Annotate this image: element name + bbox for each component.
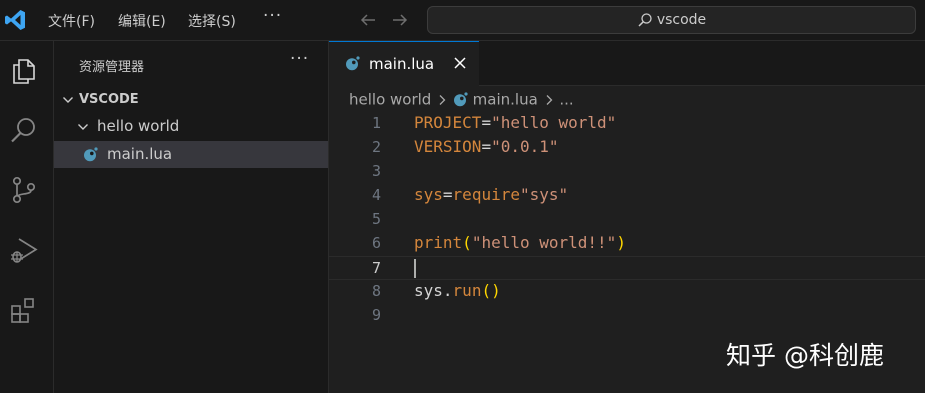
command-center-search[interactable]: vscode — [427, 6, 916, 34]
editor-tab-bar: main.lua — [329, 41, 925, 86]
code-line[interactable]: 6 print("hello world!!") — [329, 232, 925, 256]
sidebar-more-button[interactable]: ··· — [290, 49, 309, 69]
watermark: 知乎 @科创鹿 — [726, 341, 884, 370]
arrow-right-icon[interactable] — [391, 11, 409, 29]
text-cursor — [414, 259, 416, 278]
vscode-logo-icon[interactable] — [3, 8, 27, 32]
code-line[interactable]: 1 PROJECT="hello world" — [329, 112, 925, 136]
title-bar: 文件(F) 编辑(E) 选择(S) ··· vscode — [0, 0, 925, 41]
line-number: 2 — [371, 138, 381, 156]
lua-file-icon — [453, 92, 468, 107]
code-token: sys — [414, 185, 443, 204]
line-number: 9 — [371, 306, 381, 324]
code-token: = — [442, 185, 453, 204]
breadcrumb-folder[interactable]: hello world — [349, 91, 431, 109]
close-icon[interactable] — [454, 57, 466, 69]
code-line[interactable]: 7 — [329, 256, 925, 280]
tab-main-lua[interactable]: main.lua — [329, 41, 479, 86]
code-text: print("hello world!!") — [414, 233, 626, 252]
activity-bar — [0, 41, 54, 393]
code-line[interactable]: 5 — [329, 208, 925, 232]
code-line[interactable]: 4 sys=require"sys" — [329, 184, 925, 208]
code-token: ( — [462, 233, 472, 252]
code-token: "hello world" — [491, 113, 617, 132]
menu-selection[interactable]: 选择(S) — [188, 11, 236, 31]
code-token: . — [442, 281, 453, 300]
extensions-icon[interactable] — [8, 294, 40, 326]
code-line[interactable]: 9 — [329, 304, 925, 328]
code-token: VERSION — [414, 137, 482, 156]
code-text: sys.run() — [414, 281, 501, 300]
code-token: ) — [616, 233, 626, 252]
chevron-right-icon — [439, 94, 446, 105]
lua-file-icon — [346, 56, 360, 71]
code-token: print — [414, 233, 463, 252]
line-number: 8 — [371, 282, 381, 300]
code-token: "hello world!!" — [471, 233, 617, 252]
search-icon[interactable] — [8, 114, 40, 146]
code-token: = — [481, 137, 492, 156]
source-control-icon[interactable] — [8, 174, 40, 206]
run-debug-icon[interactable] — [8, 234, 40, 266]
chevron-down-icon — [63, 97, 73, 103]
code-line[interactable]: 8 sys.run() — [329, 280, 925, 304]
code-text: VERSION="0.0.1" — [414, 137, 559, 156]
code-token: = — [481, 113, 492, 132]
code-token: "sys" — [519, 185, 569, 204]
chevron-right-icon — [546, 94, 552, 105]
tree-root-label: VSCODE — [79, 92, 139, 107]
code-text: PROJECT="hello world" — [414, 113, 616, 132]
explorer-icon[interactable] — [8, 55, 40, 87]
tree-root-vscode[interactable]: VSCODE — [54, 86, 328, 113]
line-number: 7 — [371, 259, 381, 277]
breadcrumb-more[interactable]: ... — [559, 91, 573, 109]
line-number: 4 — [371, 186, 381, 204]
code-token: "0.0.1" — [491, 137, 559, 156]
breadcrumb: hello world main.lua ... — [349, 90, 574, 112]
code-line[interactable]: 3 — [329, 160, 925, 184]
search-icon — [638, 13, 652, 27]
arrow-left-icon[interactable] — [359, 11, 377, 29]
search-text: vscode — [656, 12, 707, 28]
tree-file-main-lua[interactable]: main.lua — [54, 141, 328, 168]
menu-file[interactable]: 文件(F) — [48, 11, 95, 31]
code-line[interactable]: 2 VERSION="0.0.1" — [329, 136, 925, 160]
chevron-down-icon — [78, 124, 88, 130]
tree-folder-label: hello world — [97, 117, 180, 135]
more-menu-button[interactable]: ··· — [263, 6, 282, 26]
code-token: () — [481, 281, 501, 300]
tree-folder-hello-world[interactable]: hello world — [54, 113, 328, 140]
sidebar-title: 资源管理器 — [79, 60, 145, 75]
line-number: 6 — [371, 234, 381, 252]
code-token: sys — [414, 281, 443, 300]
explorer-sidebar: 资源管理器 ··· VSCODE hello world main.lua — [54, 41, 329, 393]
code-token: require — [452, 185, 520, 204]
code-token: PROJECT — [414, 113, 482, 132]
tab-label: main.lua — [369, 55, 435, 73]
line-number: 1 — [371, 114, 381, 132]
menu-edit[interactable]: 编辑(E) — [118, 11, 166, 31]
lua-file-icon — [84, 147, 98, 162]
line-number: 5 — [371, 210, 381, 228]
line-number: 3 — [371, 162, 381, 180]
tree-file-label: main.lua — [107, 145, 173, 163]
code-token: run — [452, 281, 482, 300]
code-text: sys=require"sys" — [414, 185, 568, 204]
breadcrumb-file[interactable]: main.lua — [473, 91, 538, 109]
